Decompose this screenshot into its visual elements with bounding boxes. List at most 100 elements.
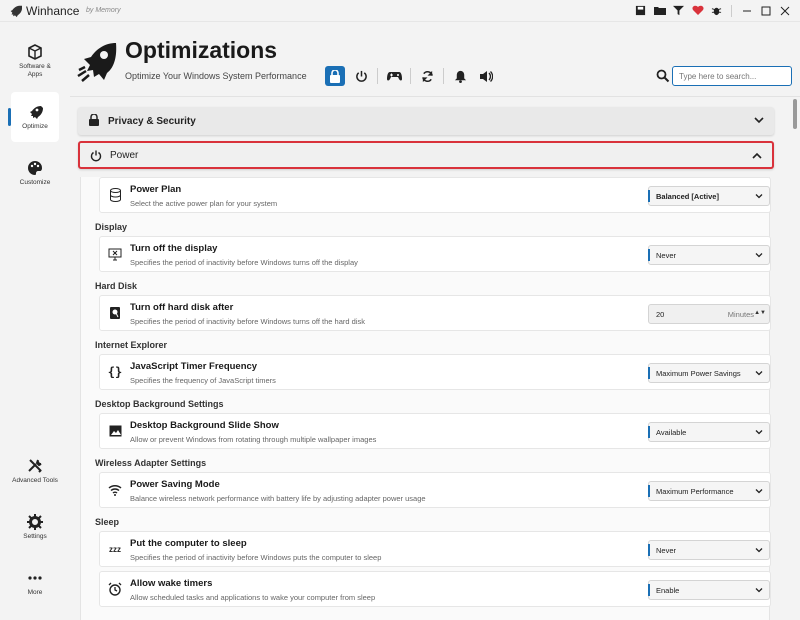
active-indicator <box>8 108 11 126</box>
gamepad-icon[interactable] <box>384 66 404 86</box>
power-saving-mode-dropdown[interactable]: Maximum Performance <box>648 481 770 501</box>
sleep-icon: zzz <box>109 544 121 554</box>
chevron-down-icon <box>755 548 763 553</box>
setting-description: Balance wireless network performance wit… <box>130 494 426 503</box>
lock-icon <box>89 114 99 126</box>
app-byline: by Memory <box>86 7 121 14</box>
rocket-icon <box>10 5 22 18</box>
heart-icon[interactable] <box>690 3 705 18</box>
close-icon[interactable] <box>777 3 792 18</box>
javascript-timer-dropdown[interactable]: Maximum Power Savings <box>648 363 770 383</box>
setting-title: Put the computer to sleep <box>130 538 247 549</box>
setting-title: JavaScript Timer Frequency <box>130 361 258 372</box>
page-subtitle: Optimize Your Windows System Performance <box>125 71 307 81</box>
folder-icon[interactable] <box>652 3 667 18</box>
setting-description: Select the active power plan for your sy… <box>130 199 278 208</box>
power-icon <box>90 150 102 162</box>
section-privacy-security[interactable]: Privacy & Security <box>78 107 774 135</box>
group-label: Wireless Adapter Settings <box>95 458 207 468</box>
group-label: Hard Disk <box>95 281 138 291</box>
power-icon[interactable] <box>351 66 371 86</box>
category-toolbar <box>325 66 496 86</box>
sidebar-item-label: Advanced Tools <box>12 476 58 484</box>
sidebar: Software & Apps Optimize Customize Advan… <box>0 22 70 620</box>
notification-icon[interactable] <box>450 66 470 86</box>
category-separator <box>443 68 444 84</box>
display-timeout-dropdown[interactable]: Never <box>648 245 770 265</box>
sidebar-item-optimize[interactable]: Optimize <box>8 92 59 142</box>
sidebar-item-advanced-tools[interactable]: Advanced Tools <box>11 446 59 496</box>
search-input[interactable] <box>672 66 792 86</box>
dropdown-value: Available <box>656 427 687 437</box>
selection-marker <box>648 367 650 379</box>
setting-row-javascript-timer: {} JavaScript Timer Frequency Specifies … <box>99 354 771 390</box>
power-plan-dropdown[interactable]: Balanced [Active] <box>648 186 770 206</box>
bug-icon[interactable] <box>709 3 724 18</box>
image-icon <box>108 424 122 438</box>
dropdown-value: Balanced [Active] <box>656 191 719 201</box>
selection-marker <box>648 485 650 497</box>
chevron-down-icon <box>755 588 763 593</box>
sidebar-item-settings[interactable]: Settings <box>11 502 59 552</box>
dropdown-value: Enable <box>656 585 680 595</box>
dropdown-value: Never <box>656 545 677 555</box>
selection-marker <box>648 426 650 438</box>
chevron-down-icon <box>755 430 763 435</box>
hard-disk-timeout-input[interactable]: 20 Minutes ▲▼ <box>648 304 770 324</box>
minimize-icon[interactable] <box>739 3 754 18</box>
chevron-down-icon <box>755 489 763 494</box>
alarm-clock-icon <box>108 582 122 596</box>
code-braces-icon: {} <box>107 365 123 379</box>
spinner-arrows-icon[interactable]: ▲▼ <box>754 310 766 316</box>
dropdown-value: Never <box>656 250 677 260</box>
titlebar-separator <box>731 4 732 17</box>
selection-marker <box>648 249 650 261</box>
setting-row-power-saving-mode: Power Saving Mode Balance wireless netwo… <box>99 472 771 508</box>
dropdown-value: Maximum Power Savings <box>656 368 741 378</box>
cube-icon <box>28 43 42 60</box>
rocket-icon <box>30 105 43 119</box>
setting-title: Power Saving Mode <box>130 479 220 490</box>
monitor-off-icon <box>108 247 122 261</box>
rocket-logo-icon <box>77 43 117 82</box>
selection-marker <box>648 584 650 596</box>
category-separator <box>410 68 411 84</box>
chevron-down-icon <box>754 117 764 124</box>
database-icon <box>108 188 122 202</box>
sound-icon[interactable] <box>476 66 496 86</box>
filter-icon[interactable] <box>671 3 686 18</box>
section-power[interactable]: Power <box>78 141 774 169</box>
setting-description: Specifies the frequency of JavaScript ti… <box>130 376 276 385</box>
title-bar: Winhance by Memory <box>0 0 800 22</box>
numeric-value: 20 <box>656 309 665 319</box>
palette-icon <box>28 160 42 175</box>
sidebar-item-label: Optimize <box>22 122 48 130</box>
setting-title: Turn off the display <box>130 243 218 254</box>
sidebar-item-label: More <box>27 588 43 596</box>
maximize-icon[interactable] <box>758 3 773 18</box>
section-label: Power <box>110 149 139 161</box>
main-content: Privacy & Security Power Power Plan Sele… <box>70 96 800 620</box>
section-label: Privacy & Security <box>108 115 196 127</box>
update-icon[interactable] <box>417 66 437 86</box>
tools-icon <box>28 458 42 473</box>
app-title: Winhance <box>26 4 80 18</box>
more-icon <box>28 575 42 580</box>
wake-timers-dropdown[interactable]: Enable <box>648 580 770 600</box>
sleep-timeout-dropdown[interactable]: Never <box>648 540 770 560</box>
slideshow-dropdown[interactable]: Available <box>648 422 770 442</box>
sidebar-item-software-apps[interactable]: Software & Apps <box>11 36 59 86</box>
sidebar-item-more[interactable]: More <box>11 558 59 608</box>
chevron-down-icon <box>755 194 763 199</box>
chevron-down-icon <box>755 371 763 376</box>
setting-row-turn-off-display: Turn off the display Specifies the perio… <box>99 236 771 272</box>
sidebar-item-customize[interactable]: Customize <box>11 148 59 198</box>
sidebar-item-label: Settings <box>23 532 47 540</box>
power-settings-panel: Power Plan Select the active power plan … <box>80 177 771 620</box>
group-label: Display <box>95 222 128 232</box>
save-icon[interactable] <box>633 3 648 18</box>
lock-icon[interactable] <box>325 66 345 86</box>
sidebar-item-label: Software & Apps <box>19 62 51 78</box>
scrollbar[interactable] <box>793 99 797 129</box>
dropdown-value: Maximum Performance <box>656 486 734 496</box>
